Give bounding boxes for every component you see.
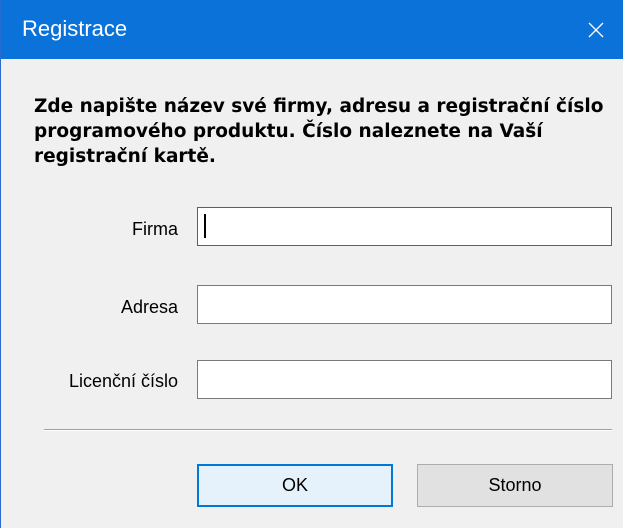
- separator: [44, 429, 612, 431]
- close-button[interactable]: [567, 0, 623, 59]
- firma-input[interactable]: [197, 207, 612, 246]
- text-caret: [204, 214, 206, 238]
- firma-label: Firma: [132, 219, 178, 239]
- licence-number-input[interactable]: [197, 360, 612, 399]
- adresa-label: Adresa: [120, 297, 178, 317]
- instructions-text: Zde napište název své firmy, adresu a re…: [34, 96, 604, 167]
- window-title: Registrace: [22, 16, 128, 41]
- cancel-button[interactable]: Storno: [417, 464, 613, 507]
- registration-dialog: Registrace Zde napište název své firmy, …: [0, 0, 623, 528]
- licence-number-label: Licenční číslo: [68, 371, 178, 391]
- adresa-input[interactable]: [197, 285, 612, 324]
- ok-button[interactable]: OK: [197, 464, 393, 507]
- title-bar[interactable]: Registrace: [1, 0, 623, 59]
- close-icon: [588, 22, 604, 38]
